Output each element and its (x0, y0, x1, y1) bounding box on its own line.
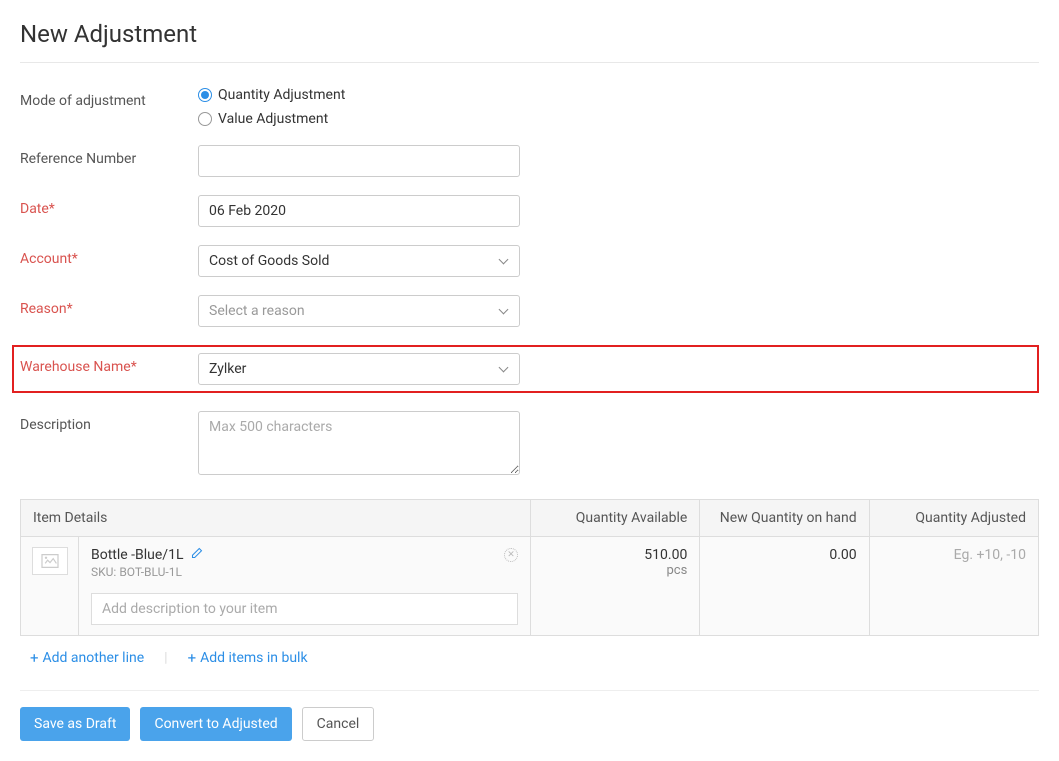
label-description: Description (20, 411, 198, 433)
row-account: Account* Cost of Goods Sold (20, 245, 1039, 277)
qty-available-value: 510.00 (543, 547, 687, 563)
item-name: Bottle -Blue/1L (91, 547, 184, 563)
qty-adjusted-placeholder[interactable]: Eg. +10, -10 (882, 547, 1026, 563)
chevron-down-icon (499, 308, 509, 314)
row-reason: Reason* Select a reason (20, 295, 1039, 327)
add-line-link[interactable]: + Add another line (30, 650, 144, 666)
reference-input[interactable] (198, 145, 520, 177)
add-bulk-link[interactable]: + Add items in bulk (188, 650, 308, 666)
items-table: Item Details Quantity Available New Quan… (20, 499, 1039, 636)
page-title: New Adjustment (20, 20, 1039, 48)
chevron-down-icon (499, 258, 509, 264)
label-reason: Reason* (20, 295, 198, 317)
account-select[interactable]: Cost of Goods Sold (198, 245, 520, 277)
th-new-qty: New Quantity on hand (700, 500, 869, 537)
th-qty-available: Quantity Available (531, 500, 700, 537)
cancel-button[interactable]: Cancel (302, 707, 375, 741)
label-reference: Reference Number (20, 145, 198, 167)
row-mode: Mode of adjustment Quantity Adjustment V… (20, 87, 1039, 127)
footer-buttons: Save as Draft Convert to Adjusted Cancel (20, 707, 1039, 741)
row-date: Date* (20, 195, 1039, 227)
row-reference: Reference Number (20, 145, 1039, 177)
radio-quantity-label: Quantity Adjustment (218, 87, 345, 103)
convert-adjusted-button[interactable]: Convert to Adjusted (140, 707, 291, 741)
separator: | (164, 650, 167, 666)
warehouse-value: Zylker (209, 361, 246, 377)
label-mode: Mode of adjustment (20, 87, 198, 109)
date-input[interactable] (198, 195, 520, 227)
footer-divider (20, 690, 1039, 691)
description-textarea[interactable] (198, 411, 520, 475)
row-description: Description (20, 411, 1039, 479)
plus-icon: + (30, 651, 39, 666)
table-actions: + Add another line | + Add items in bulk (20, 650, 1039, 666)
radio-value-label: Value Adjustment (218, 111, 328, 127)
edit-icon[interactable] (191, 547, 203, 559)
row-warehouse: Warehouse Name* Zylker (12, 345, 1039, 393)
add-bulk-label: Add items in bulk (200, 650, 307, 666)
reason-select[interactable]: Select a reason (198, 295, 520, 327)
th-item: Item Details (21, 500, 531, 537)
account-value: Cost of Goods Sold (209, 253, 329, 269)
add-line-label: Add another line (43, 650, 145, 666)
chevron-down-icon (499, 366, 509, 372)
reason-placeholder: Select a reason (209, 303, 305, 319)
title-divider (20, 62, 1039, 63)
label-date: Date* (20, 195, 198, 217)
table-row: Bottle -Blue/1L ✕ SKU: BOT-BLU-1L 510. (21, 537, 1039, 636)
label-account: Account* (20, 245, 198, 267)
item-sku: SKU: BOT-BLU-1L (91, 565, 518, 579)
radio-value-adjustment[interactable]: Value Adjustment (198, 111, 520, 127)
remove-item-icon[interactable]: ✕ (504, 548, 518, 562)
new-qty-value[interactable]: 0.00 (712, 547, 856, 563)
warehouse-select[interactable]: Zylker (198, 353, 520, 385)
label-warehouse: Warehouse Name* (20, 353, 198, 375)
plus-icon: + (188, 651, 197, 666)
image-placeholder-icon (32, 547, 68, 575)
mode-radio-group: Quantity Adjustment Value Adjustment (198, 87, 520, 127)
radio-quantity-adjustment[interactable]: Quantity Adjustment (198, 87, 520, 103)
radio-icon (198, 112, 212, 126)
item-description-input[interactable] (91, 593, 518, 625)
th-qty-adjusted: Quantity Adjusted (869, 500, 1038, 537)
save-draft-button[interactable]: Save as Draft (20, 707, 130, 741)
radio-icon (198, 88, 212, 102)
qty-unit: pcs (543, 563, 687, 578)
